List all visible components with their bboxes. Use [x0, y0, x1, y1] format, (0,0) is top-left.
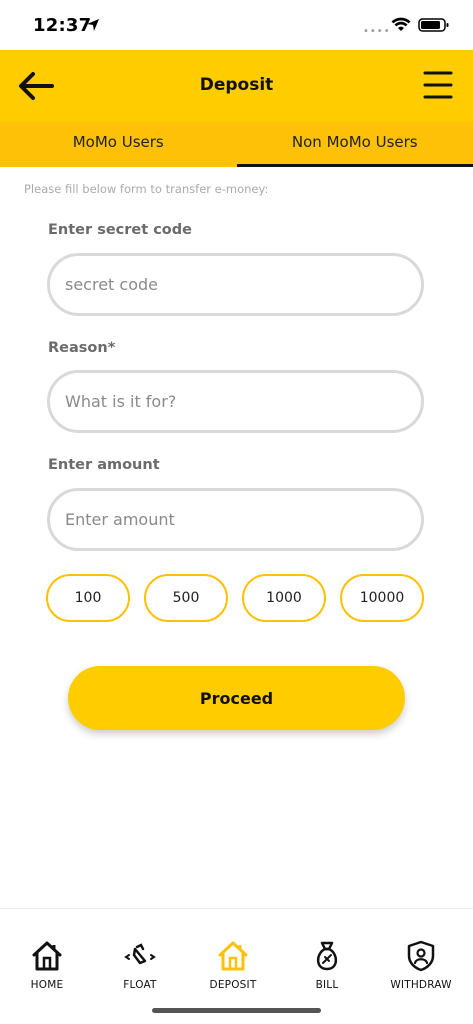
tab-bar: MoMo Users Non MoMo Users [0, 122, 473, 167]
nav-item-bill[interactable]: BILL [280, 939, 374, 991]
wifi-icon [391, 17, 411, 31]
amount-input[interactable] [47, 488, 424, 551]
tab-momo-users[interactable]: MoMo Users [0, 122, 237, 167]
reason-label: Reason* [48, 340, 116, 356]
amount-chip-10000[interactable]: 10000 [340, 574, 424, 622]
tab-non-momo-users[interactable]: Non MoMo Users [236, 122, 473, 167]
nav-label-home: HOME [30, 979, 64, 991]
bottom-nav: HOME FLOAT DEPOSIT BILL WITHDRAW [0, 908, 473, 1024]
nav-item-withdraw[interactable]: WITHDRAW [374, 939, 468, 991]
float-icon [124, 943, 156, 965]
shield-user-icon [407, 940, 435, 972]
amount-chip-1000[interactable]: 1000 [242, 574, 326, 622]
secret-code-label: Enter secret code [48, 222, 192, 238]
location-arrow-icon [87, 19, 99, 31]
home-indicator [152, 1008, 321, 1013]
proceed-button[interactable]: Proceed [68, 666, 405, 730]
nav-label-deposit: DEPOSIT [209, 979, 257, 991]
amount-label: Enter amount [48, 457, 160, 473]
reason-input[interactable] [47, 370, 424, 433]
nav-item-home[interactable]: HOME [0, 939, 94, 991]
home-icon [32, 941, 62, 971]
amount-chip-500[interactable]: 500 [144, 574, 228, 622]
status-time: 12:37 [33, 15, 92, 36]
page-title: Deposit [199, 75, 274, 95]
money-bag-icon [316, 941, 338, 971]
status-bar: 12:37 •••• [0, 0, 473, 50]
signal-dots: •••• [363, 26, 391, 37]
nav-item-float[interactable]: FLOAT [93, 939, 187, 991]
secret-code-input[interactable] [47, 253, 424, 316]
hamburger-menu-icon[interactable] [422, 69, 454, 101]
nav-label-float: FLOAT [123, 979, 157, 991]
form-intro-text: Please fill below form to transfer e-mon… [24, 182, 269, 196]
nav-item-deposit[interactable]: DEPOSIT [186, 939, 280, 991]
nav-label-withdraw: WITHDRAW [390, 979, 452, 991]
battery-icon [418, 18, 449, 32]
nav-label-bill: BILL [315, 979, 339, 991]
deposit-home-icon [218, 941, 248, 971]
amount-chip-100[interactable]: 100 [46, 574, 130, 622]
app-header: Deposit [0, 50, 473, 122]
